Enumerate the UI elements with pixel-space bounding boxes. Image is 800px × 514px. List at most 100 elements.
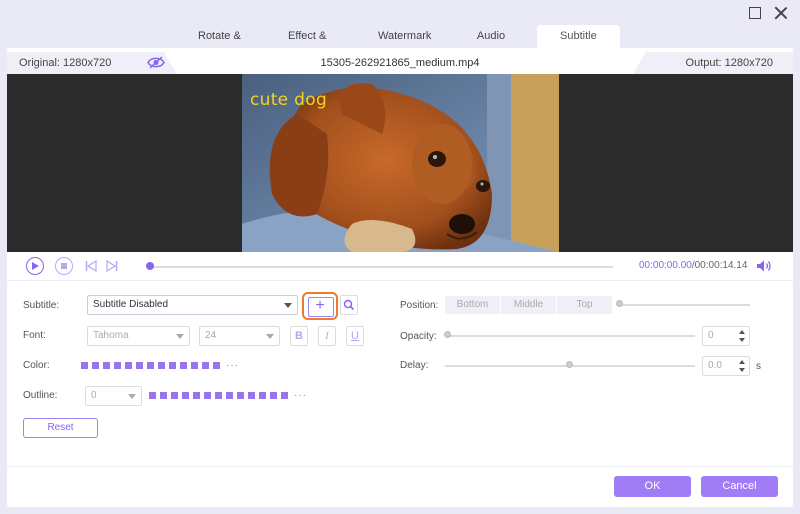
font-family-value: Tahoma [93,330,129,341]
delay-slider-handle[interactable] [566,361,573,368]
outline-value: 0 [91,390,97,401]
tab-effect-filter[interactable]: Effect & Filter [277,25,359,65]
opacity-input[interactable]: 0 [702,326,750,346]
color-swatch[interactable] [270,392,277,399]
position-middle-button[interactable]: Middle [501,296,556,314]
total-time: /00:00:14.14 [691,260,748,271]
font-size-value: 24 [205,330,217,341]
seek-handle[interactable] [146,262,154,270]
color-swatch[interactable] [169,362,176,369]
ok-button[interactable]: OK [614,476,691,497]
color-swatches[interactable]: ··· [81,360,239,371]
opacity-label: Opacity: [400,331,437,342]
outline-select[interactable]: 0 [85,386,142,406]
color-swatch[interactable] [215,392,222,399]
close-icon[interactable] [774,6,788,20]
tab-rotate-crop[interactable]: Rotate & Crop [187,25,269,65]
font-family-select[interactable]: Tahoma [87,326,190,346]
color-swatch[interactable] [182,392,189,399]
delay-unit: s [756,361,761,372]
color-swatch[interactable] [103,362,110,369]
chevron-down-icon [266,334,274,339]
previous-frame-icon[interactable] [85,260,97,272]
color-swatch[interactable] [180,362,187,369]
color-swatch[interactable] [158,362,165,369]
underline-button[interactable]: U [346,326,364,346]
timecode: 00:00:00.00/00:00:14.14 [639,260,747,271]
subtitle-select[interactable]: Subtitle Disabled [87,295,298,315]
player-controls: 00:00:00.00/00:00:14.14 [7,256,793,278]
opacity-value: 0 [708,330,714,341]
color-swatch[interactable] [193,392,200,399]
subtitle-select-value: Subtitle Disabled [93,299,169,310]
color-swatch[interactable] [136,362,143,369]
editor-panel: 15305-262921865_medium.mp4 Original: 128… [7,48,793,507]
color-swatch[interactable] [259,392,266,399]
font-label: Font: [23,330,46,341]
output-resolution-text: Output: 1280x720 [685,57,773,69]
color-swatch[interactable] [204,392,211,399]
chevron-down-icon [128,394,136,399]
delay-value: 0.0 [708,360,722,371]
window-controls [748,6,788,20]
arrow-down-icon[interactable] [739,368,745,372]
position-selector: Bottom Middle Top [445,296,613,314]
subtitle-label: Subtitle: [23,300,60,311]
tab-subtitle[interactable]: Subtitle [537,25,620,48]
bold-button[interactable]: B [290,326,308,346]
add-subtitle-button[interactable]: + [302,292,338,320]
color-swatch[interactable] [281,392,288,399]
search-subtitle-button[interactable] [340,295,358,315]
tab-audio[interactable]: Audio [453,25,529,48]
color-swatch[interactable] [114,362,121,369]
color-swatch[interactable] [92,362,99,369]
color-swatch[interactable] [81,362,88,369]
color-swatch[interactable] [125,362,132,369]
color-swatch[interactable] [147,362,154,369]
stop-button[interactable] [55,257,73,275]
position-slider-handle[interactable] [616,300,623,307]
play-button[interactable] [26,257,44,275]
chevron-down-icon [176,334,184,339]
next-frame-icon[interactable] [106,260,118,272]
color-swatch[interactable] [191,362,198,369]
arrow-down-icon[interactable] [739,338,745,342]
position-slider[interactable] [620,304,750,306]
chevron-down-icon [284,303,292,308]
outline-swatches[interactable]: ··· [149,390,307,401]
more-colors-icon[interactable]: ··· [226,360,239,371]
italic-button[interactable]: I [318,326,336,346]
original-resolution-text: Original: 1280x720 [19,57,112,69]
font-size-select[interactable]: 24 [199,326,280,346]
position-bottom-button[interactable]: Bottom [445,296,500,314]
cancel-button[interactable]: Cancel [701,476,778,497]
tab-watermark[interactable]: Watermark [367,25,445,48]
info-bar: 15305-262921865_medium.mp4 Original: 128… [7,52,793,74]
volume-icon[interactable] [756,259,772,273]
opacity-slider-handle[interactable] [444,331,451,338]
color-swatch[interactable] [248,392,255,399]
divider [7,280,793,281]
opacity-slider[interactable] [445,335,695,337]
color-swatch[interactable] [202,362,209,369]
delay-input[interactable]: 0.0 [702,356,750,376]
reset-button[interactable]: Reset [23,418,98,438]
color-swatch[interactable] [149,392,156,399]
color-swatch[interactable] [160,392,167,399]
position-top-button[interactable]: Top [557,296,612,314]
color-swatch[interactable] [213,362,220,369]
video-frame: cute dog [242,74,559,252]
seek-bar[interactable] [149,266,613,268]
arrow-up-icon[interactable] [739,330,745,334]
search-icon [343,299,355,311]
color-swatch[interactable] [237,392,244,399]
arrow-up-icon[interactable] [739,360,745,364]
maximize-icon[interactable] [748,6,762,20]
eye-icon[interactable] [147,56,165,69]
subtitle-overlay-text: cute dog [250,90,328,110]
color-swatch[interactable] [226,392,233,399]
color-label: Color: [23,360,50,371]
color-swatch[interactable] [171,392,178,399]
more-colors-icon[interactable]: ··· [294,390,307,401]
tab-bar: Rotate & Crop Effect & Filter Watermark … [187,25,628,65]
